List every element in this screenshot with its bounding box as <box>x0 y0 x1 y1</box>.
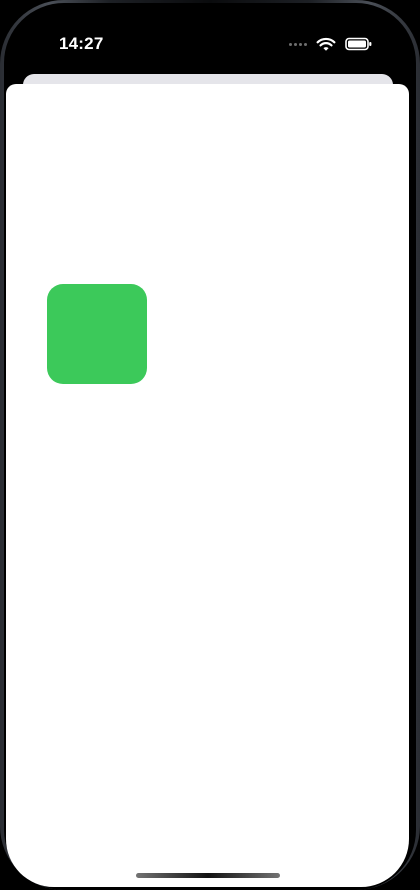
status-bar: 14:27 <box>0 0 420 70</box>
signal-dot <box>289 42 292 46</box>
wifi-icon <box>316 37 336 52</box>
battery-icon <box>345 37 372 51</box>
home-indicator[interactable] <box>136 873 280 878</box>
signal-dot <box>304 42 307 46</box>
status-icons <box>289 35 372 53</box>
signal-dot <box>294 42 297 46</box>
cellular-signal-icon <box>289 39 307 49</box>
green-square <box>47 284 147 384</box>
phone-screen: 14:27 <box>0 0 420 890</box>
status-time: 14:27 <box>59 34 104 53</box>
modal-sheet <box>6 84 409 887</box>
signal-dot <box>299 42 302 46</box>
